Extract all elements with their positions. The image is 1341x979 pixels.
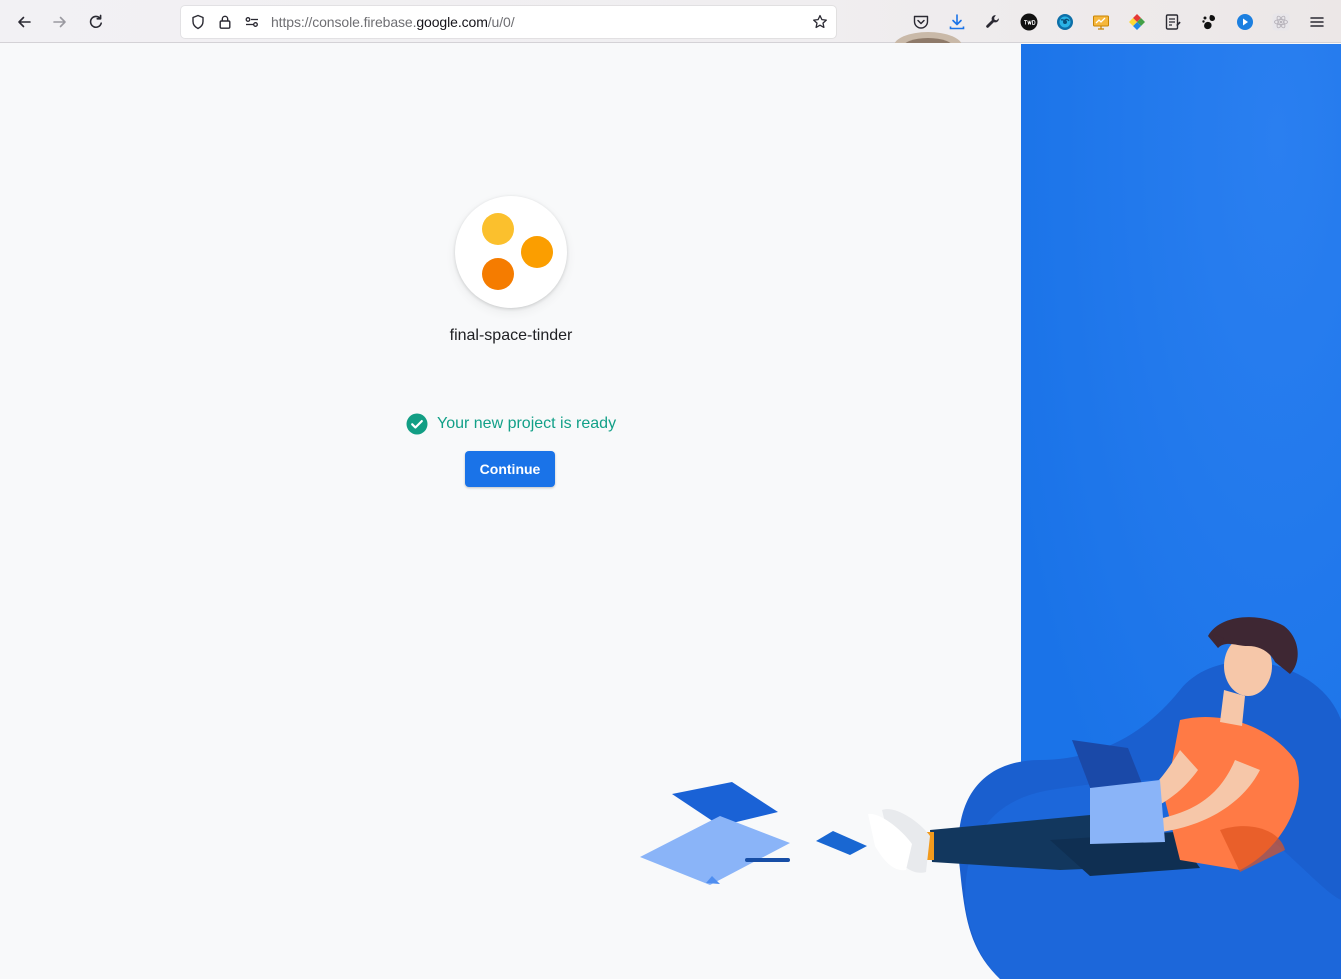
pocket-icon[interactable] (911, 12, 931, 32)
lock-icon[interactable] (216, 13, 234, 31)
forward-arrow-icon (53, 16, 66, 28)
twd-extension-icon[interactable] (1019, 12, 1039, 32)
download-icon[interactable] (947, 12, 967, 32)
reload-button[interactable] (81, 7, 111, 37)
status-message: Your new project is ready (406, 412, 616, 436)
check-circle-icon (406, 413, 428, 435)
page-content (0, 44, 1021, 979)
status-text: Your new project is ready (437, 415, 617, 432)
forward-button[interactable] (45, 7, 75, 37)
project-name: final-space-tinder (449, 327, 573, 344)
back-button[interactable] (9, 7, 39, 37)
notes-extension-icon[interactable] (1163, 12, 1183, 32)
avatar-dot-yellow (482, 213, 514, 245)
reload-icon (89, 14, 102, 28)
shield-icon[interactable] (189, 13, 207, 31)
decorative-blue-panel (1021, 44, 1341, 979)
globe-extension-icon[interactable] (1055, 12, 1075, 32)
avatar-dot-amber (521, 236, 553, 268)
wrench-icon[interactable] (983, 12, 1003, 32)
project-avatar (455, 196, 567, 308)
color-picker-extension-icon[interactable] (1127, 12, 1147, 32)
back-arrow-icon (18, 16, 31, 28)
react-devtools-icon[interactable] (1271, 12, 1291, 32)
hamburger-menu-icon[interactable] (1307, 12, 1327, 32)
media-extension-icon[interactable] (1235, 12, 1255, 32)
browser-toolbar: https://console.firebase.google.com/u/0/ (0, 0, 1341, 43)
url-bar[interactable]: https://console.firebase.google.com/u/0/ (181, 6, 836, 38)
continue-button[interactable]: Continue (465, 451, 555, 487)
permissions-icon[interactable] (243, 13, 261, 31)
url-text[interactable]: https://console.firebase.google.com/u/0/ (271, 14, 515, 30)
presentation-extension-icon[interactable] (1091, 12, 1111, 32)
gnome-extension-icon[interactable] (1199, 12, 1219, 32)
avatar-dot-orange (482, 258, 514, 290)
star-icon[interactable] (811, 13, 829, 31)
